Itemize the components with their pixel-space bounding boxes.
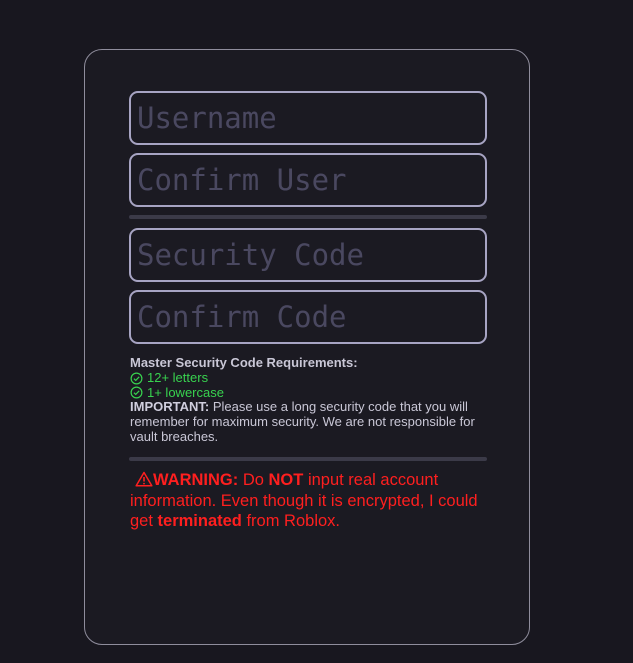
requirements-heading: Master Security Code Requirements:: [130, 355, 358, 370]
section-divider: [129, 215, 487, 219]
requirement-item: 1+ lowercase: [130, 384, 490, 401]
warning-terminated: terminated: [157, 512, 242, 530]
requirement-label: 12+ letters: [147, 369, 209, 385]
signup-card: Master Security Code Requirements: 12+ l…: [84, 49, 530, 645]
warning-divider: [129, 457, 487, 461]
warning-message: WARNING: Do NOT input real account infor…: [130, 470, 490, 532]
warning-not: NOT: [268, 471, 304, 489]
check-circle-icon: [130, 372, 143, 385]
confirm-security-code-input[interactable]: [129, 290, 487, 344]
warning-triangle-icon: [135, 471, 153, 487]
requirement-label: 1+ lowercase: [147, 384, 224, 400]
check-circle-icon: [130, 386, 143, 399]
requirement-item: 12+ letters: [130, 369, 490, 386]
requirements-panel: Master Security Code Requirements: 12+ l…: [130, 355, 490, 445]
important-label: IMPORTANT:: [130, 399, 210, 415]
username-input[interactable]: [129, 91, 487, 145]
warning-text-3: from Roblox.: [241, 512, 341, 530]
security-code-input[interactable]: [129, 228, 487, 282]
important-note: IMPORTANT: Please use a long security co…: [130, 399, 490, 444]
warning-label: WARNING:: [153, 471, 239, 489]
warning-text-1: Do: [238, 471, 269, 489]
confirm-username-input[interactable]: [129, 153, 487, 207]
